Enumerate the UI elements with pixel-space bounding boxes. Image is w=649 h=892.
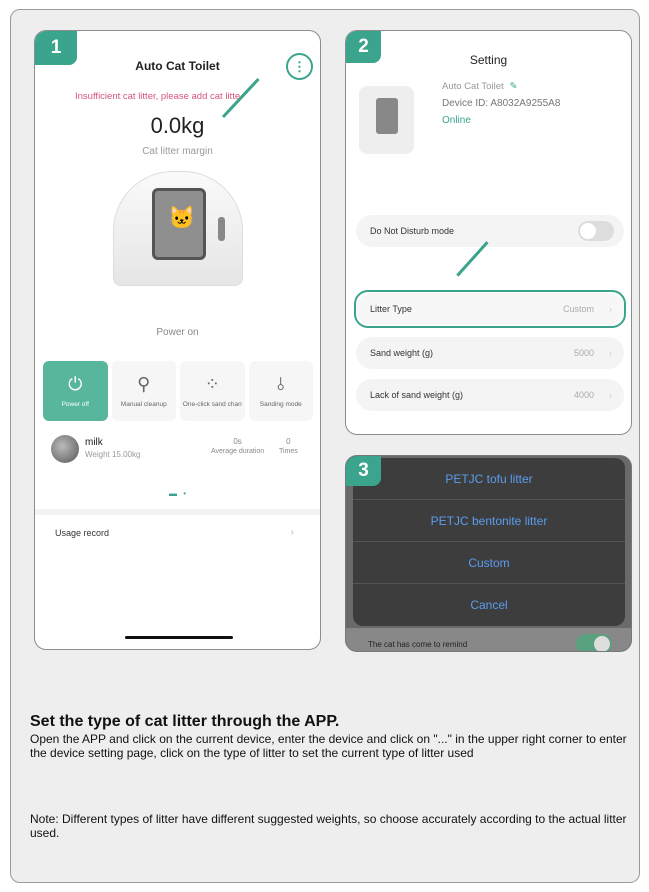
- option-cancel[interactable]: Cancel: [353, 584, 625, 626]
- litter-weight: 0.0kg: [150, 113, 205, 138]
- cat-profile-row[interactable]: milk Weight 15.00kg 0s Average duration 0…: [51, 435, 311, 465]
- cat-weight: Weight 15.00kg: [85, 450, 141, 459]
- more-vertical-icon[interactable]: ⋮: [286, 53, 313, 80]
- shovel-icon: ⚲: [137, 374, 151, 394]
- phone-screen-litter-picker: PETJC tofu litter PETJC bentonite litter…: [345, 455, 632, 652]
- lack-weight-row[interactable]: Lack of sand weight (g) 4000 ›: [356, 379, 624, 411]
- function-buttons: ⏻ Power off ⚲ Manual cleanup ⁘ One-click…: [43, 361, 313, 421]
- sand-change-icon: ⁘: [204, 374, 220, 394]
- settings-title: Setting: [469, 53, 508, 67]
- page-indicator: ▬ •: [169, 489, 189, 498]
- device-id: Device ID: A8032A9255A8: [442, 98, 561, 109]
- cat-name: milk: [85, 437, 103, 448]
- device-thumbnail: [359, 86, 414, 154]
- option-tofu-litter[interactable]: PETJC tofu litter: [353, 458, 625, 500]
- highlight-outline: [354, 290, 626, 328]
- option-custom[interactable]: Custom: [353, 542, 625, 584]
- litter-warning: Insufficient cat litter, please add cat …: [75, 91, 241, 102]
- power-off-button[interactable]: ⏻ Power off: [43, 361, 108, 421]
- action-sheet: PETJC tofu litter PETJC bentonite litter…: [353, 458, 625, 626]
- manual-cleanup-button[interactable]: ⚲ Manual cleanup: [111, 361, 176, 421]
- usage-record-row[interactable]: Usage record ›: [35, 509, 320, 551]
- home-indicator: [125, 636, 233, 639]
- power-status: Power on: [156, 327, 199, 338]
- times-stat: 0 Times: [279, 437, 298, 455]
- device-title: Auto Cat Toilet: [135, 59, 220, 73]
- instruction-paragraph: Open the APP and click on the current de…: [30, 732, 627, 760]
- sand-change-button[interactable]: ⁘ One-click sand chan: [180, 361, 245, 421]
- section-heading: Set the type of cat litter through the A…: [30, 713, 340, 730]
- phone-screen-device: 1 Auto Cat Toilet ⋮ Insufficient cat lit…: [34, 30, 321, 650]
- dnd-label: Do Not Disturb mode: [370, 226, 455, 236]
- note-paragraph: Note: Different types of litter have dif…: [30, 812, 627, 840]
- sanding-icon: ⫰: [276, 374, 285, 394]
- background-toggle: [576, 634, 612, 651]
- device-name[interactable]: Auto Cat Toilet ✎: [442, 81, 518, 92]
- step-badge-3: 3: [346, 456, 381, 486]
- device-image: 🐱: [113, 171, 243, 286]
- chevron-right-icon: ›: [290, 527, 294, 538]
- online-status: Online: [442, 115, 471, 126]
- power-icon: ⏻: [68, 374, 83, 394]
- chevron-right-icon: ›: [609, 390, 612, 400]
- option-bentonite-litter[interactable]: PETJC bentonite litter: [353, 500, 625, 542]
- dnd-row: Do Not Disturb mode: [356, 215, 624, 247]
- edit-icon[interactable]: ✎: [510, 81, 518, 92]
- sanding-mode-button[interactable]: ⫰ Sanding mode: [248, 361, 313, 421]
- phone-screen-settings: 2 Setting Auto Cat Toilet ✎ Device ID: A8…: [345, 30, 632, 435]
- sand-weight-row[interactable]: Sand weight (g) 5000 ›: [356, 337, 624, 369]
- chevron-right-icon: ›: [609, 348, 612, 358]
- usage-record-label: Usage record: [55, 528, 110, 538]
- dnd-toggle[interactable]: [578, 221, 614, 241]
- background-setting-label: The cat has come to remind: [368, 640, 468, 649]
- avatar: [51, 435, 79, 463]
- litter-weight-label: Cat litter margin: [142, 146, 213, 157]
- average-duration-stat: 0s Average duration: [211, 437, 265, 455]
